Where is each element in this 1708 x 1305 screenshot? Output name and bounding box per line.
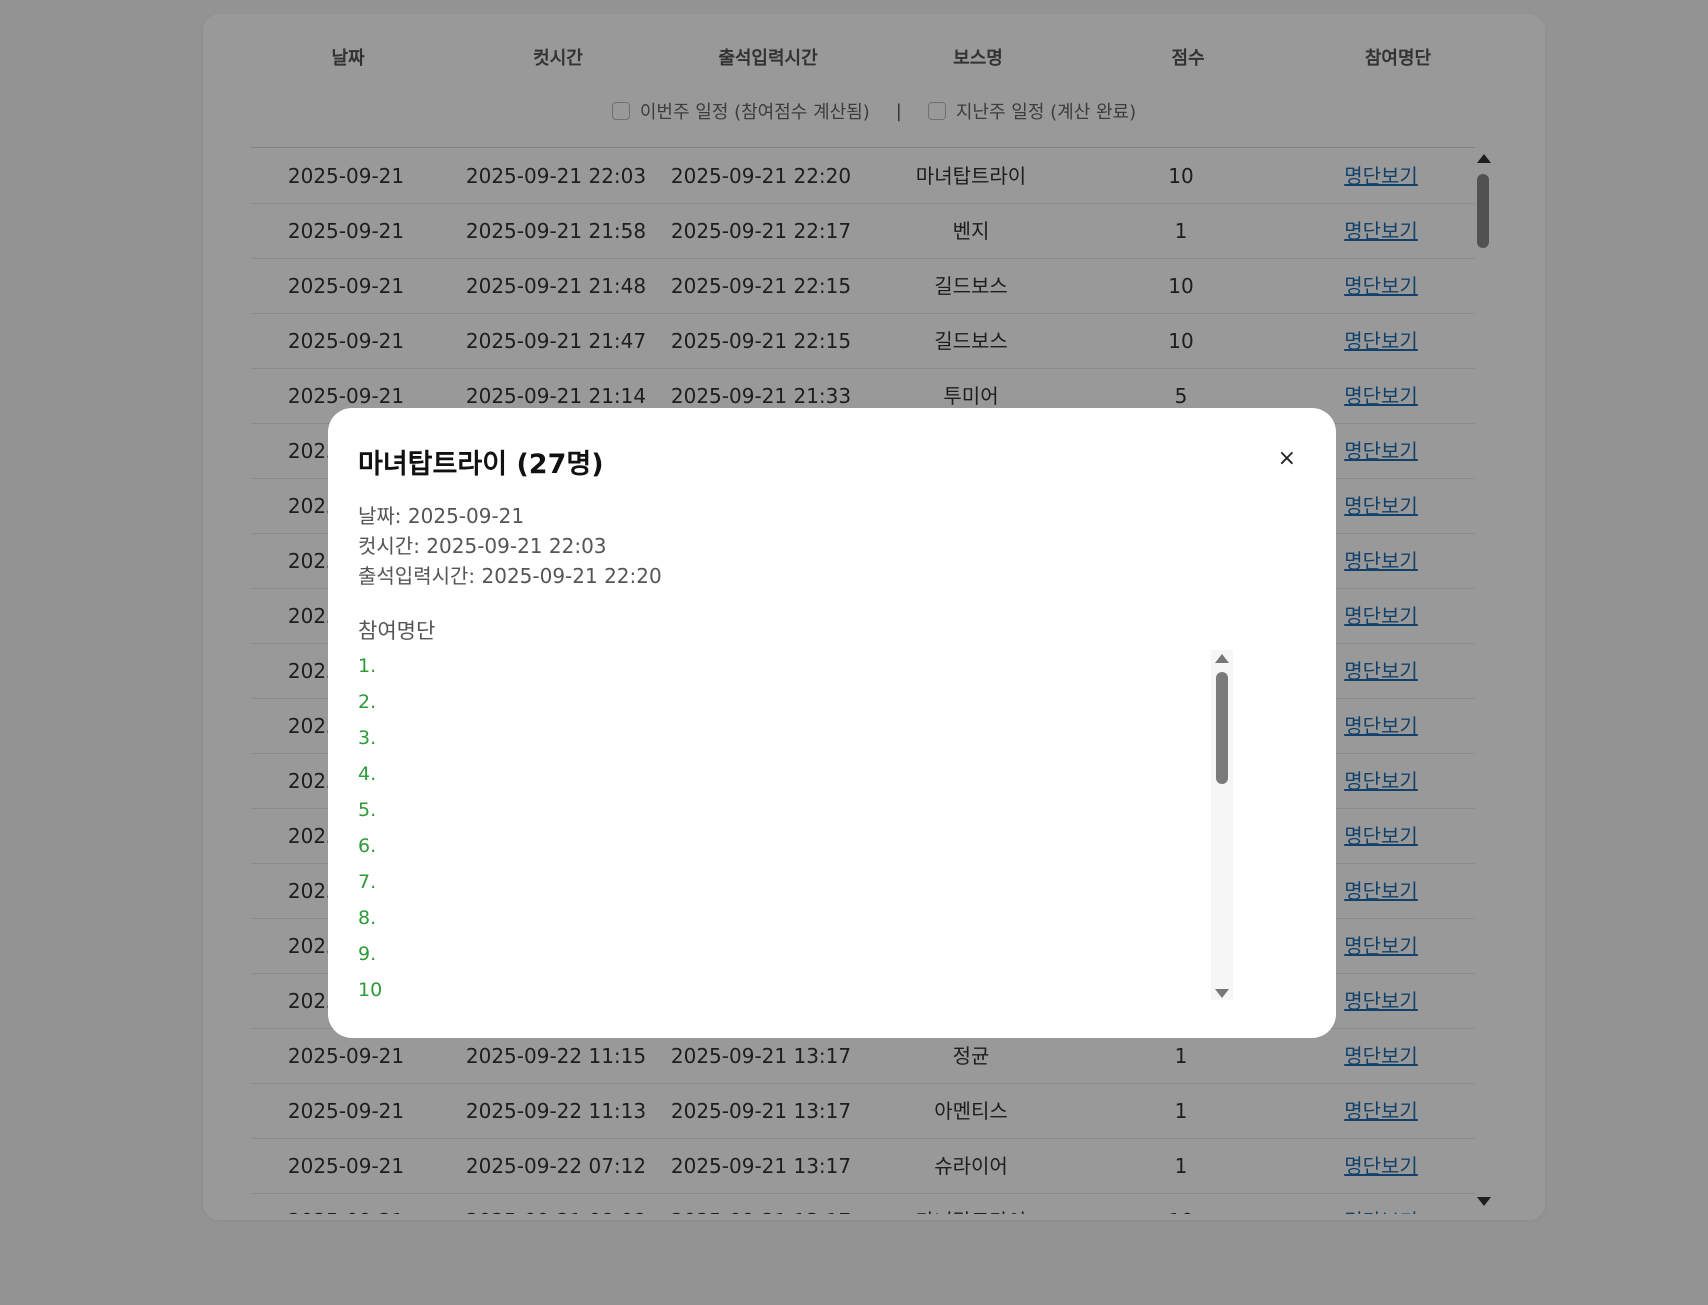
modal-date: 날짜: 2025-09-21: [358, 504, 525, 528]
modal-attend-time: 출석입력시간: 2025-09-21 22:20: [358, 564, 662, 588]
close-icon[interactable]: ×: [1278, 448, 1296, 470]
modal-title: 마녀탑트라이 (27명): [358, 449, 604, 480]
participants-scrollbar[interactable]: [1211, 650, 1233, 1000]
list-item: 4.: [358, 763, 377, 785]
list-item: 3.: [358, 727, 377, 749]
scroll-down-arrow-icon[interactable]: [1215, 989, 1229, 998]
list-item: 10: [358, 979, 383, 1001]
list-item: 5.: [358, 799, 377, 821]
list-item: 1.: [358, 655, 377, 677]
modal-cut-time: 컷시간: 2025-09-21 22:03: [358, 534, 607, 558]
participants-list[interactable]: 1. 2. 3. 4. 5. 6. 7. 8. 9. 10: [358, 648, 1238, 1003]
participants-modal: 마녀탑트라이 (27명) × 날짜: 2025-09-21 컷시간: 2025-…: [328, 408, 1336, 1038]
scroll-up-arrow-icon[interactable]: [1215, 654, 1229, 663]
list-item: 2.: [358, 691, 377, 713]
participants-label: 참여명단: [358, 619, 436, 643]
scroll-thumb[interactable]: [1216, 672, 1228, 784]
modal-meta: 날짜: 2025-09-21 컷시간: 2025-09-21 22:03 출석입…: [358, 501, 1306, 591]
list-item: 6.: [358, 835, 377, 857]
list-item: 7.: [358, 871, 377, 893]
list-item: 9.: [358, 943, 377, 965]
list-item: 8.: [358, 907, 377, 929]
